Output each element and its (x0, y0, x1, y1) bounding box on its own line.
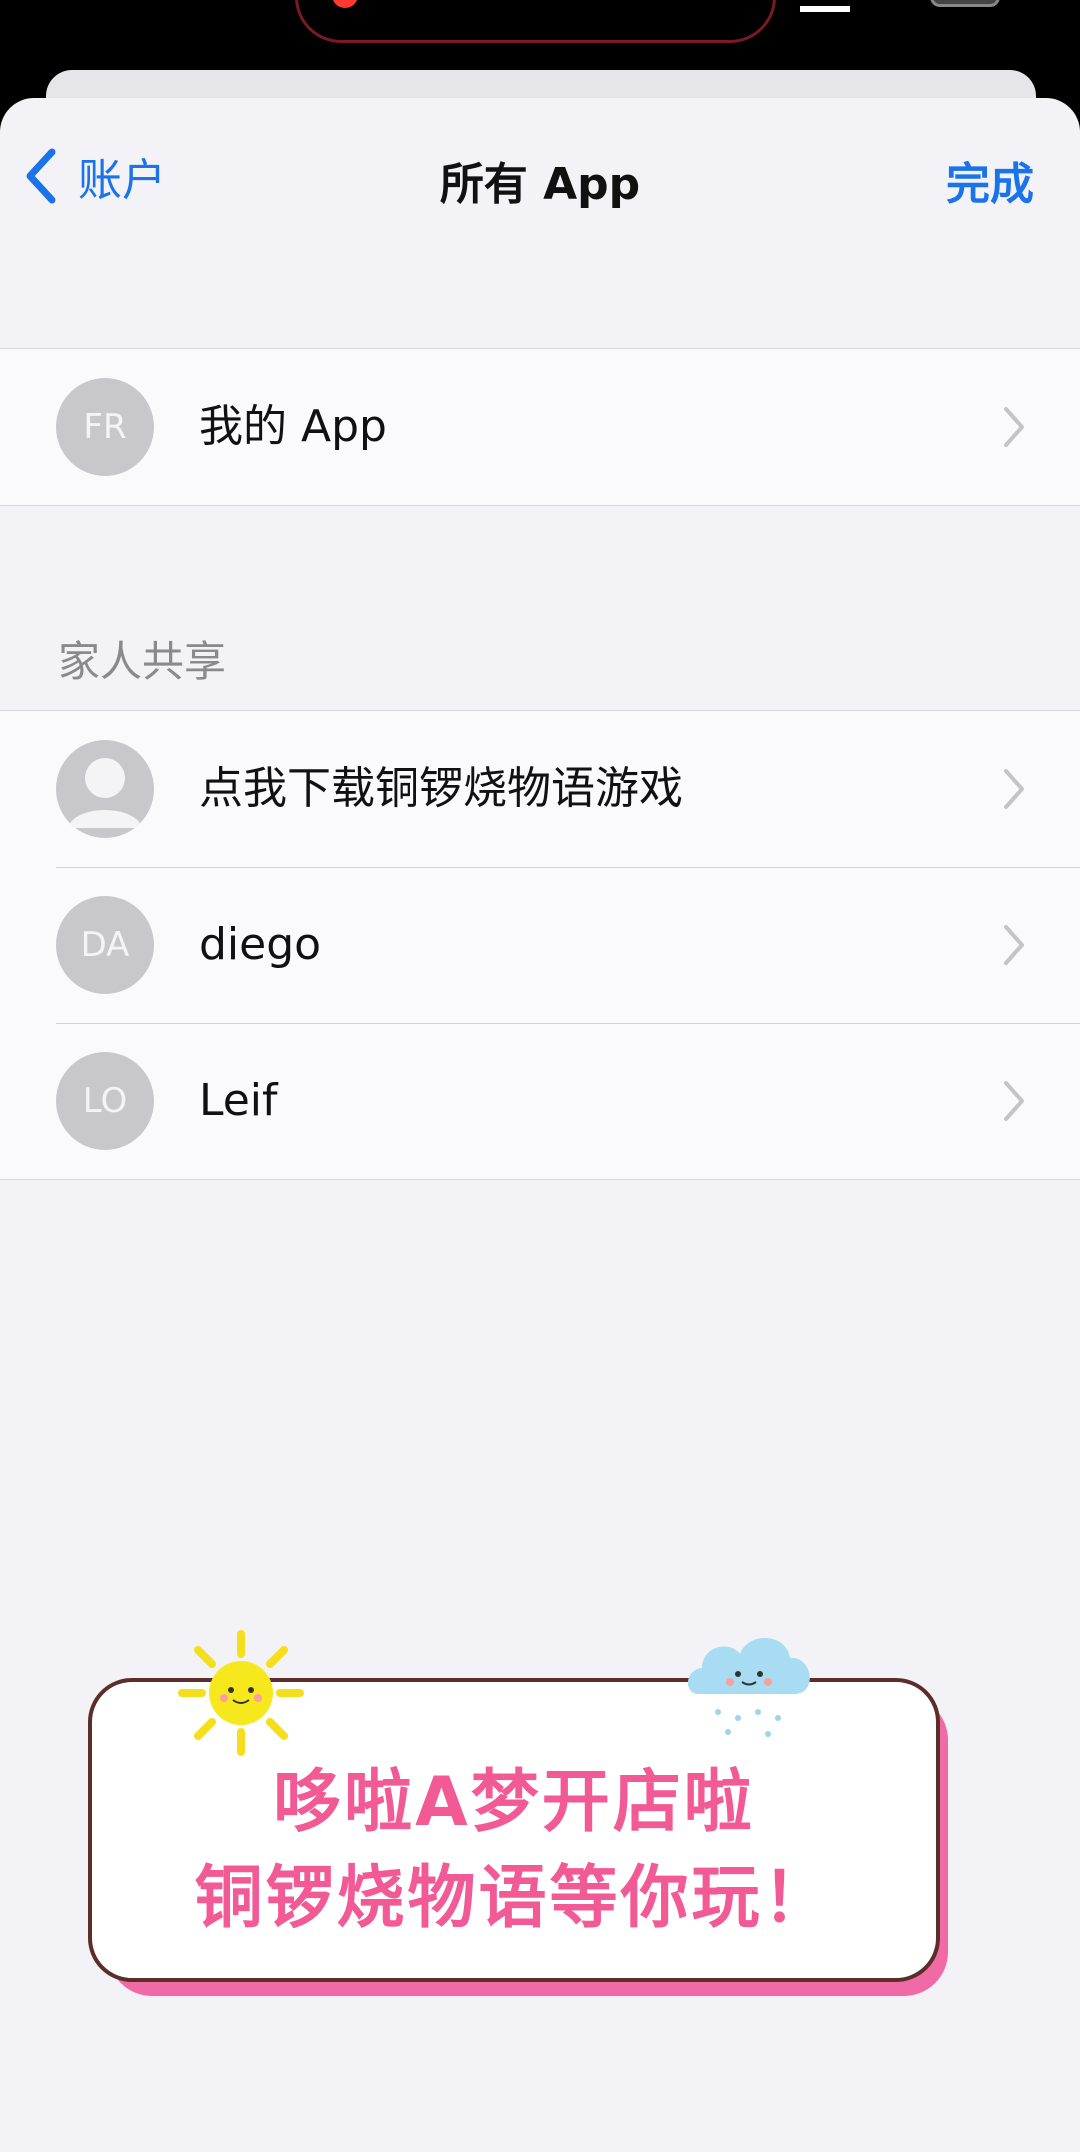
page-title: 所有 App (439, 159, 641, 210)
cloud-icon (687, 1637, 810, 1737)
all-apps-sheet: 账户 所有 App 完成 FR 我的 App 家人共享 点我下载铜锣烧物语游戏 (0, 98, 1080, 2152)
chevron-right-icon (1004, 769, 1024, 809)
avatar: DA (56, 896, 154, 994)
family-member-row[interactable]: 点我下载铜锣烧物语游戏 (0, 711, 1080, 867)
family-member-row[interactable]: DA diego (0, 867, 1080, 1023)
person-placeholder-icon (56, 740, 154, 838)
family-member-label: diego (199, 919, 322, 970)
promo-banner: 哆啦A梦开店啦 铜锣烧物语等你玩！ (88, 1630, 948, 2018)
avatar: FR (56, 378, 154, 476)
banner-line-1: 哆啦A梦开店啦 (273, 1763, 755, 1842)
my-apps-label: 我的 App (199, 401, 387, 452)
my-apps-group: FR 我的 App (0, 348, 1080, 506)
family-member-label: 点我下载铜锣烧物语游戏 (199, 763, 683, 814)
chevron-right-icon (1004, 407, 1024, 447)
family-sharing-group: 点我下载铜锣烧物语游戏 DA diego LO Leif (0, 710, 1080, 1180)
dynamic-island (295, 0, 776, 43)
my-apps-row[interactable]: FR 我的 App (0, 349, 1080, 505)
done-button[interactable]: 完成 (946, 148, 1034, 212)
family-member-row[interactable]: LO Leif (0, 1023, 1080, 1179)
family-sharing-header: 家人共享 (58, 637, 227, 686)
avatar: LO (56, 1052, 154, 1150)
sun-icon (178, 1630, 304, 1756)
navigation-bar: 账户 所有 App 完成 (0, 98, 1080, 248)
family-member-label: Leif (199, 1075, 278, 1126)
chevron-right-icon (1004, 1081, 1024, 1121)
battery-icon (930, 0, 1000, 7)
chevron-right-icon (1004, 925, 1024, 965)
cellular-signal-icon (800, 0, 850, 12)
banner-line-2: 铜锣烧物语等你玩！ (194, 1859, 834, 1938)
